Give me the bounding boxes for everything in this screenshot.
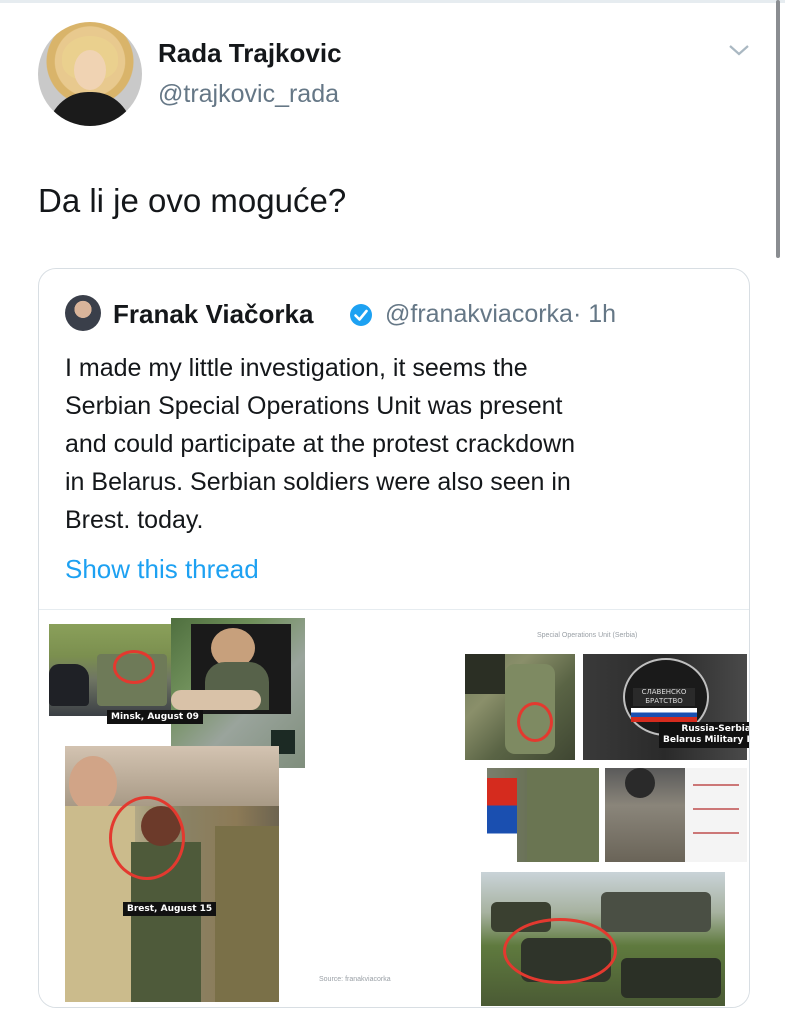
body-line: Serbian Special Operations Unit was pres…: [65, 392, 563, 420]
top-divider: [0, 0, 785, 3]
verified-badge-icon: [350, 304, 372, 326]
badge-text: СЛАВЕНСКО: [641, 688, 687, 696]
photo-flag-soldiers: [487, 768, 599, 862]
media-collage[interactable]: Minsk, August 09 Brest, August 15 Source…: [39, 609, 750, 1007]
scrollbar[interactable]: [776, 0, 780, 258]
quoted-tweet[interactable]: Franak Viačorka @franakviacorka· 1h I ma…: [38, 268, 750, 1008]
body-line: in Belarus. Serbian soldiers were also s…: [65, 468, 571, 496]
quoted-author-handle-time[interactable]: @franakviacorka· 1h: [385, 300, 616, 329]
photo-document: [685, 768, 747, 862]
badge-text: БРАТСТВО: [645, 697, 683, 705]
author-name[interactable]: Rada Trajkovic: [158, 38, 342, 69]
quoted-author-name[interactable]: Franak Viačorka: [113, 299, 313, 330]
highlight-circle: [109, 796, 185, 880]
quoted-tweet-body: I made my little investigation, it seems…: [65, 349, 745, 539]
caption-brest: Brest, August 15: [123, 902, 217, 916]
chevron-down-icon[interactable]: [726, 40, 752, 60]
body-line: I made my little investigation, it seems…: [65, 354, 528, 382]
highlight-circle: [503, 918, 617, 984]
show-thread-link[interactable]: Show this thread: [65, 554, 259, 585]
photo-soldier-patch: [465, 654, 575, 760]
photo-soldier-vest: [605, 768, 685, 862]
quoted-tweet-time[interactable]: · 1h: [573, 300, 616, 328]
caption-drills: Russia-Serbia- Belarus Military Drills: [659, 722, 750, 748]
body-line: Brest. today.: [65, 506, 204, 534]
quoted-author-handle[interactable]: @franakviacorka: [385, 300, 573, 328]
tweet-text: Da li je ovo moguće?: [38, 182, 347, 219]
highlight-circle: [517, 702, 553, 742]
photo-brest: [65, 746, 279, 1002]
caption-drills-line: Russia-Serbia-: [681, 724, 750, 734]
media-header-label: Special Operations Unit (Serbia): [537, 632, 638, 639]
quoted-author-avatar[interactable]: [65, 295, 101, 331]
author-handle[interactable]: @trajkovic_rada: [158, 80, 339, 109]
caption-minsk: Minsk, August 09: [107, 710, 203, 724]
body-line: and could participate at the protest cra…: [65, 430, 576, 458]
media-watermark: Source: franakviacorka: [319, 976, 391, 983]
highlight-circle: [113, 650, 155, 684]
caption-drills-line: Belarus Military Drills: [663, 735, 749, 745]
author-avatar[interactable]: [38, 22, 142, 126]
